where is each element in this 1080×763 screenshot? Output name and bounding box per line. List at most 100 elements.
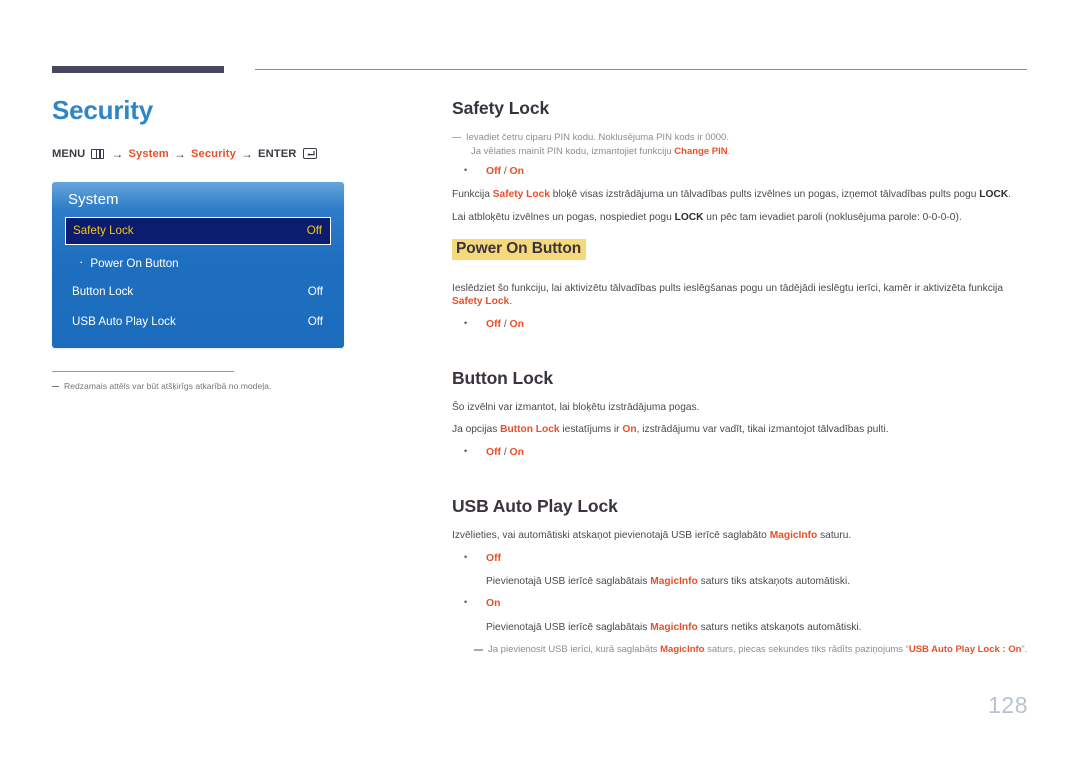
p2-c: iestatījums ir — [559, 424, 623, 436]
osd-row-safety-lock[interactable]: Safety Lock Off — [65, 216, 331, 245]
osd-row-usb-auto-play-lock[interactable]: USB Auto Play Lock Off — [65, 309, 331, 335]
section-button-lock: Button Lock Šo izvēlni var izmantot, lai… — [452, 368, 1030, 461]
p1-a: Izvēlieties, vai automātiski atskaņot pi… — [452, 529, 770, 541]
button-lock-options: Off / On — [452, 445, 1030, 461]
option-on: On — [509, 319, 524, 331]
magicinfo-term: MagicInfo — [660, 644, 705, 656]
enter-key-icon — [303, 148, 318, 160]
osd-row-label: Button Lock — [72, 285, 134, 299]
section-heading-usb-auto-play-lock: USB Auto Play Lock — [452, 495, 618, 516]
osd-row-list: Safety Lock Off Power On Button Button L… — [65, 216, 331, 335]
osd-row-power-on-button[interactable]: Power On Button — [65, 249, 331, 275]
desc-c: saturs tiks atskaņots automātiski. — [697, 576, 851, 588]
osd-panel-title: System — [68, 190, 119, 208]
left-note-text: Redzamais attēls var būt atšķirīgs atkar… — [64, 380, 272, 391]
p1-a: Ieslēdziet šo funkciju, lai aktivizētu t… — [452, 282, 1003, 294]
option-off: Off — [486, 319, 502, 331]
safety-lock-note-body: Ievadiet četru ciparu PIN kodu. Noklusēj… — [466, 131, 1030, 159]
option-separator: / — [501, 165, 510, 177]
usb-auto-play-lock-options-on: On — [452, 596, 1030, 612]
p1-c: . — [509, 296, 513, 308]
list-item: Off — [452, 551, 1030, 567]
option-on: On — [509, 165, 524, 177]
note-a: Ja pievienosit USB ierīci, kurā saglabāt… — [488, 644, 661, 656]
osd-row-label: Power On Button — [79, 254, 178, 270]
button-lock-term: Button Lock — [500, 424, 560, 436]
option-separator: / — [501, 319, 510, 331]
button-lock-paragraph-2: Ja opcijas Button Lock iestatījums ir On… — [452, 423, 1030, 437]
desc-a: Pievienotajā USB ierīcē saglabātais — [486, 621, 651, 633]
safety-lock-note-line1: Ievadiet četru ciparu PIN kodu. Noklusēj… — [466, 132, 729, 143]
option-off: Off — [486, 552, 502, 564]
safety-lock-paragraph-2: Lai atbloķētu izvēlnes un pogas, nospied… — [452, 211, 1030, 225]
usb-auto-play-lock-on-term: USB Auto Play Lock : On — [908, 644, 1022, 656]
p2-a: Ja opcijas — [452, 424, 501, 436]
safety-lock-term: Safety Lock — [452, 296, 510, 308]
note-c: saturs, piecas sekundes tiks rādīts pazi… — [704, 644, 909, 656]
note-dash-icon — [474, 649, 483, 651]
left-column: Security MENU → System → Security → ENTE… — [52, 96, 392, 392]
header-rule-dark — [52, 66, 224, 73]
p1-c: bloķē visas izstrādājuma un tālvadības p… — [549, 189, 980, 201]
breadcrumb-item-security[interactable]: Security — [191, 148, 236, 160]
on-term: On — [622, 424, 637, 436]
button-lock-paragraph-1: Šo izvēlni var izmantot, lai bloķētu izs… — [452, 401, 700, 413]
section-heading-safety-lock: Safety Lock — [452, 98, 550, 118]
p2-c: un pēc tam ievadiet paroli (noklusējuma … — [703, 211, 962, 223]
safety-lock-term: Safety Lock — [492, 189, 550, 201]
breadcrumb-arrow-3: → — [240, 146, 254, 161]
desc-c: saturs netiks atskaņots automātiski. — [697, 621, 862, 633]
magicinfo-term: MagicInfo — [769, 529, 818, 541]
right-column: Safety Lock Ievadiet četru ciparu PIN ko… — [452, 98, 1030, 663]
list-item: Off / On — [452, 317, 1030, 333]
menu-grid-icon — [91, 148, 105, 159]
option-on: On — [486, 598, 501, 610]
section-usb-auto-play-lock: USB Auto Play Lock Izvēlieties, vai auto… — [452, 496, 1030, 657]
osd-menu-panel: System Safety Lock Off Power On Button B… — [52, 181, 344, 348]
header-rule-thin — [255, 69, 1027, 70]
note-dash-icon — [52, 385, 59, 387]
power-on-button-options: Off / On — [452, 317, 1030, 333]
page-title: Security — [52, 95, 154, 125]
magicinfo-term: MagicInfo — [650, 621, 698, 633]
safety-lock-paragraph-1: Funkcija Safety Lock bloķē visas izstrād… — [452, 188, 1030, 202]
p1-c: saturu. — [817, 529, 852, 541]
change-pin-term: Change PIN — [674, 145, 728, 157]
page-number: 128 — [988, 692, 1028, 718]
section-safety-lock: Safety Lock Ievadiet četru ciparu PIN ko… — [452, 98, 1030, 225]
power-on-button-paragraph-1: Ieslēdziet šo funkciju, lai aktivizētu t… — [452, 282, 1030, 310]
section-heading-button-lock: Button Lock — [452, 367, 553, 388]
lock-term: LOCK — [674, 211, 704, 223]
desc-a: Pievienotajā USB ierīcē saglabātais — [486, 576, 651, 588]
safety-lock-note: Ievadiet četru ciparu PIN kodu. Noklusēj… — [452, 131, 1030, 159]
p1-a: Funkcija — [452, 189, 493, 201]
breadcrumb-arrow-2: → — [173, 146, 186, 161]
osd-row-value: Off — [307, 315, 323, 329]
osd-row-label: USB Auto Play Lock — [72, 315, 176, 329]
list-item: Off / On — [452, 164, 1030, 180]
osd-row-label: Safety Lock — [73, 224, 134, 238]
note-line2-pre: Ja vēlaties mainīt PIN kodu, izmantojiet… — [471, 145, 675, 157]
list-item: On — [452, 596, 1030, 612]
section-heading-power-on-button: Power On Button — [452, 238, 587, 260]
option-off: Off — [486, 165, 502, 177]
usb-auto-play-lock-note: Ja pievienosit USB ierīci, kurā saglabāt… — [452, 643, 1030, 657]
option-off: Off — [486, 447, 502, 459]
safety-lock-note-line2: Ja vēlaties mainīt PIN kodu, izmantojiet… — [466, 145, 1030, 159]
breadcrumb-enter-label: ENTER — [258, 147, 297, 160]
breadcrumb-menu-label: MENU — [52, 147, 86, 160]
usb-note-body: Ja pievienosit USB ierīci, kurā saglabāt… — [488, 643, 1030, 657]
left-note-divider — [52, 370, 234, 372]
note-line2-post: . — [727, 145, 731, 157]
safety-lock-options: Off / On — [452, 164, 1030, 180]
magicinfo-term: MagicInfo — [650, 576, 698, 588]
osd-row-value: Off — [306, 224, 322, 238]
usb-option-off-description: Pievienotajā USB ierīcē saglabātais Magi… — [452, 575, 1030, 589]
breadcrumb-item-system[interactable]: System — [128, 148, 168, 160]
p1-e: . — [1008, 189, 1011, 201]
osd-row-button-lock[interactable]: Button Lock Off — [65, 279, 331, 305]
lock-term: LOCK — [979, 189, 1009, 201]
breadcrumb-arrow-1: → — [111, 146, 124, 161]
